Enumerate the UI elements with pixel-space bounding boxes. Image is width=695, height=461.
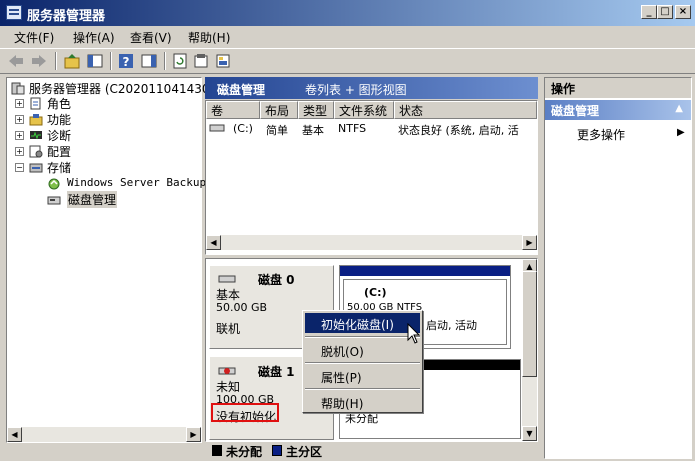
features-icon (29, 114, 43, 126)
properties-icon[interactable] (192, 52, 210, 70)
maximize-button[interactable]: □ (657, 5, 673, 19)
menu-item-initialize-disk[interactable]: 初始化磁盘(I) (305, 313, 420, 333)
back-arrow-icon[interactable] (7, 52, 25, 70)
legend-unallocated: 未分配 (226, 445, 263, 459)
page-title: 磁盘管理 (217, 83, 266, 97)
scroll-right-arrow-icon[interactable]: ▶ (522, 235, 537, 250)
tree-item-diagnostics[interactable]: 诊断 (47, 127, 71, 144)
legend-primary-swatch (272, 445, 282, 456)
column-header-status[interactable]: 状态 (394, 101, 537, 119)
tree-item-disk-management[interactable]: 磁盘管理 (67, 191, 118, 208)
volume-drive-icon (209, 124, 225, 132)
server-manager-icon (11, 82, 25, 95)
actions-pane: 操作 磁盘管理 ▲ 更多操作 ▶ (544, 77, 692, 459)
partition-c-label: (C:) (364, 286, 387, 299)
disk-not-initialized-icon (218, 367, 236, 375)
menu-item-properties[interactable]: 属性(P) (305, 366, 420, 386)
actions-section-label: 磁盘管理 (551, 104, 600, 118)
disk-management-icon (47, 196, 61, 205)
toolbar: ? (0, 48, 695, 74)
not-initialized-highlight (211, 403, 279, 422)
disk-management-header: 磁盘管理 卷列表 + 图形视图 (205, 77, 538, 99)
legend-unallocated-swatch (212, 445, 222, 456)
menu-item-help[interactable]: 帮助(H) (305, 392, 420, 412)
view-subtitle: 卷列表 + 图形视图 (305, 83, 407, 97)
show-hide-tree-icon[interactable] (86, 52, 104, 70)
title-bar[interactable]: 服务器管理器 _ □ × (0, 0, 695, 26)
scroll-left-arrow-icon[interactable]: ◀ (206, 235, 221, 250)
cell-volume: (C:) (233, 122, 253, 135)
expand-configuration-toggle[interactable]: + (15, 147, 24, 156)
primary-partition-bar (340, 266, 510, 276)
more-actions[interactable]: 更多操作 (577, 126, 625, 143)
scroll-thumb[interactable] (522, 271, 537, 377)
scroll-down-arrow-icon[interactable]: ▼ (522, 426, 537, 441)
cell-type: 基本 (302, 124, 324, 137)
menu-file[interactable]: 文件(F) (14, 29, 54, 46)
cell-status: 状态良好 (系统, 启动, 活 (398, 124, 519, 137)
column-header-layout[interactable]: 布局 (260, 101, 298, 119)
collapse-arrow-icon[interactable]: ▲ (675, 103, 683, 114)
help-icon[interactable]: ? (117, 52, 135, 70)
disk-0-state: 联机 (216, 322, 241, 336)
legend-primary: 主分区 (286, 445, 323, 459)
tree-item-windows-server-backup[interactable]: Windows Server Backup (67, 176, 206, 189)
menu-item-offline[interactable]: 脱机(O) (305, 340, 420, 360)
actions-header: 操作 (545, 78, 691, 98)
close-button[interactable]: × (675, 5, 691, 19)
svg-text:?: ? (123, 55, 130, 69)
disk-view-vertical-scrollbar[interactable]: ▲ ▼ (522, 259, 537, 441)
cell-layout: 简单 (266, 124, 288, 137)
menu-help[interactable]: 帮助(H) (188, 29, 230, 46)
backup-icon (48, 178, 60, 190)
show-hide-action-pane-icon[interactable] (140, 52, 158, 70)
column-header-volume[interactable]: 卷 (206, 101, 260, 119)
tree-item-features[interactable]: 功能 (47, 111, 71, 128)
disk-drive-icon (218, 275, 236, 283)
scroll-right-arrow-icon[interactable]: ▶ (186, 427, 201, 442)
menu-separator (305, 362, 420, 364)
legend: 未分配 主分区 (205, 442, 538, 459)
configuration-icon (29, 145, 43, 158)
volume-list[interactable]: 卷 布局 类型 文件系统 状态 (C:) 简单 基本 NTFS 状态良好 (系统… (205, 100, 538, 255)
cell-filesystem: NTFS (338, 122, 367, 135)
volume-list-horizontal-scrollbar[interactable]: ◀ ▶ (206, 235, 537, 250)
roles-icon (30, 97, 41, 110)
window-title: 服务器管理器 (27, 9, 106, 24)
tree-item-configuration[interactable]: 配置 (47, 143, 71, 160)
expand-roles-toggle[interactable]: + (15, 99, 24, 108)
disk-1-name: 磁盘 1 (258, 365, 295, 379)
column-header-filesystem[interactable]: 文件系统 (334, 101, 394, 119)
up-folder-icon[interactable] (63, 52, 81, 70)
mouse-cursor-icon (407, 323, 421, 344)
column-header-type[interactable]: 类型 (298, 101, 334, 119)
expand-diagnostics-toggle[interactable]: + (15, 131, 24, 140)
forward-arrow-icon[interactable] (30, 52, 48, 70)
menu-bar: 文件(F) 操作(A) 查看(V) 帮助(H) (0, 26, 695, 48)
menu-view[interactable]: 查看(V) (130, 29, 172, 46)
tree-item-storage[interactable]: 存储 (47, 159, 71, 176)
menu-separator (305, 336, 420, 338)
disk-settings-icon[interactable] (214, 52, 232, 70)
collapse-storage-toggle[interactable]: − (15, 163, 24, 172)
menu-separator (305, 388, 420, 390)
menu-action[interactable]: 操作(A) (73, 29, 115, 46)
tree-item-roles[interactable]: 角色 (47, 95, 71, 112)
tree-horizontal-scrollbar[interactable]: ◀ ▶ (7, 427, 201, 442)
context-menu: 初始化磁盘(I) 脱机(O) 属性(P) 帮助(H) (302, 310, 423, 413)
storage-icon (29, 163, 43, 173)
submenu-arrow-icon: ▶ (677, 127, 685, 138)
minimize-button[interactable]: _ (641, 5, 657, 19)
navigation-tree[interactable]: 服务器管理器 (C20201104143071 + 角色 + 功能 + 诊断 +… (6, 77, 225, 443)
disk-0-name: 磁盘 0 (258, 273, 295, 287)
expand-features-toggle[interactable]: + (15, 115, 24, 124)
refresh-icon[interactable] (171, 52, 189, 70)
diagnostics-icon (30, 131, 42, 140)
disk-0-size: 50.00 GB (216, 301, 268, 314)
server-manager-icon (6, 5, 22, 20)
scroll-left-arrow-icon[interactable]: ◀ (7, 427, 22, 442)
actions-section-disk-management[interactable]: 磁盘管理 ▲ (545, 100, 691, 120)
